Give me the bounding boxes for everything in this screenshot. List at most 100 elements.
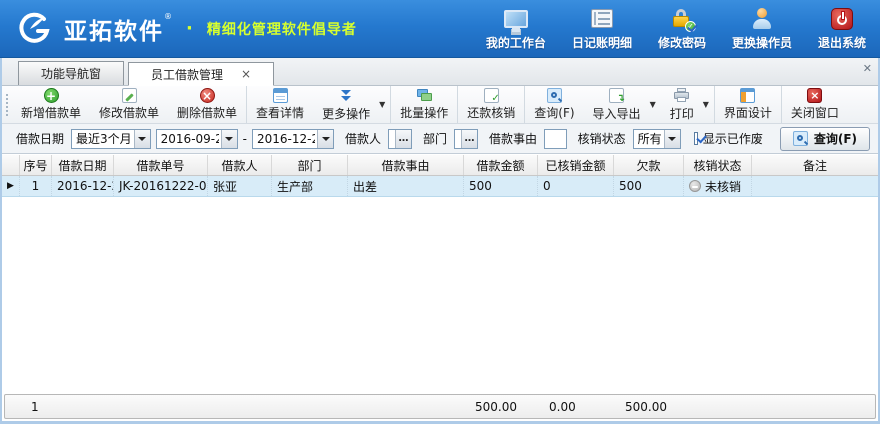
query-toolbar-button[interactable]: 查询(F) bbox=[524, 86, 583, 123]
col-status[interactable]: 核销状态 bbox=[684, 155, 752, 175]
verify-icon: ✓ bbox=[484, 88, 499, 103]
cell-reason: 出差 bbox=[348, 176, 464, 196]
filter-bar: 借款日期 最近3个月 2016-09-22 - 2016-12-22 借款人 …… bbox=[2, 124, 878, 154]
col-reason[interactable]: 借款事由 bbox=[348, 155, 464, 175]
add-icon: + bbox=[44, 88, 59, 103]
chevron-down-icon[interactable] bbox=[664, 130, 680, 148]
import-export-button[interactable]: ↴ 导入导出 bbox=[584, 86, 650, 124]
more-actions-button[interactable]: 更多操作 bbox=[313, 86, 379, 124]
close-window-button[interactable]: × 关闭窗口 bbox=[781, 86, 848, 123]
department-label: 部门 bbox=[423, 130, 447, 147]
cell-loan-date: 2016-12-22 bbox=[52, 176, 114, 196]
edit-icon bbox=[122, 88, 137, 103]
cell-owed: 500 bbox=[614, 176, 684, 196]
col-verified[interactable]: 已核销金额 bbox=[538, 155, 614, 175]
loan-date-label: 借款日期 bbox=[16, 130, 64, 147]
workspace-button[interactable]: 我的工作台 bbox=[486, 7, 546, 51]
change-password-button[interactable]: ✓ 修改密码 bbox=[658, 7, 706, 51]
date-from-select[interactable]: 2016-09-22 bbox=[156, 129, 238, 149]
table-row[interactable]: ▶ 1 2016-12-22 JK-20161222-0001 张亚 生产部 出… bbox=[2, 176, 878, 197]
department-input[interactable]: … bbox=[454, 129, 478, 149]
col-owed[interactable]: 欠款 bbox=[614, 155, 684, 175]
power-icon bbox=[829, 7, 855, 31]
app-title: 亚拓软件 bbox=[64, 19, 164, 45]
table-header-row: 序号 借款日期 借款单号 借款人 部门 借款事由 借款金额 已核销金额 欠款 核… bbox=[2, 155, 878, 176]
chevron-down-icon[interactable] bbox=[134, 130, 150, 148]
borrower-input[interactable]: … bbox=[388, 129, 412, 149]
col-department[interactable]: 部门 bbox=[272, 155, 348, 175]
query-button[interactable]: 查询(F) bbox=[780, 127, 870, 151]
monitor-icon bbox=[503, 7, 529, 31]
more-actions-dropdown-icon[interactable]: ▼ bbox=[379, 100, 390, 109]
loan-reason-label: 借款事由 bbox=[489, 130, 537, 147]
col-remark[interactable]: 备注 bbox=[752, 155, 878, 175]
summary-amount-total: 500.00 bbox=[467, 400, 541, 414]
toolbar-grip-handle[interactable] bbox=[5, 93, 9, 116]
col-amount[interactable]: 借款金额 bbox=[464, 155, 538, 175]
summary-verified-total: 0.00 bbox=[541, 400, 617, 414]
cell-borrower: 张亚 bbox=[208, 176, 272, 196]
journal-detail-button[interactable]: 日记账明细 bbox=[572, 7, 632, 51]
delete-loan-button[interactable]: × 删除借款单 bbox=[168, 86, 246, 123]
chevron-down-icon[interactable] bbox=[317, 130, 333, 148]
add-loan-button[interactable]: + 新增借款单 bbox=[12, 86, 90, 123]
repay-verify-button[interactable]: ✓ 还款核销 bbox=[457, 86, 524, 123]
verify-status-label: 核销状态 bbox=[578, 130, 626, 147]
col-loan-date[interactable]: 借款日期 bbox=[52, 155, 114, 175]
batch-icon bbox=[417, 88, 432, 103]
cell-amount: 500 bbox=[464, 176, 538, 196]
col-doc-no[interactable]: 借款单号 bbox=[114, 155, 208, 175]
tab-close-icon[interactable]: × bbox=[241, 68, 251, 80]
date-range-select[interactable]: 最近3个月 bbox=[71, 129, 151, 149]
show-voided-label: 显示已作废 bbox=[703, 130, 763, 147]
loan-reason-input[interactable] bbox=[544, 129, 567, 149]
import-export-group: ↴ 导入导出 ▼ bbox=[584, 86, 661, 123]
verify-status-select[interactable]: 所有 bbox=[633, 129, 681, 149]
cell-seq: 1 bbox=[20, 176, 52, 196]
exit-system-button[interactable]: 退出系统 bbox=[818, 7, 866, 51]
header-actions: 我的工作台 日记账明细 ✓ 修改密码 更换操作员 退出系统 bbox=[486, 7, 866, 51]
ellipsis-picker-icon[interactable]: … bbox=[461, 130, 477, 148]
date-separator: - bbox=[243, 132, 247, 146]
print-group: 打印 ▼ bbox=[661, 86, 714, 123]
lock-check-icon: ✓ bbox=[669, 7, 695, 31]
borrower-label: 借款人 bbox=[345, 130, 381, 147]
chevron-down-icon[interactable] bbox=[221, 130, 237, 148]
import-export-dropdown-icon[interactable]: ▼ bbox=[650, 100, 661, 109]
cell-department: 生产部 bbox=[272, 176, 348, 196]
cell-doc-no: JK-20161222-0001 bbox=[114, 176, 208, 196]
import-export-icon: ↴ bbox=[609, 88, 624, 104]
col-seq[interactable]: 序号 bbox=[20, 155, 52, 175]
col-borrower[interactable]: 借款人 bbox=[208, 155, 272, 175]
app-header: 亚拓软件® · 精细化管理软件倡导者 我的工作台 日记账明细 ✓ 修改密码 更换… bbox=[0, 0, 880, 58]
logo-icon bbox=[14, 9, 54, 49]
loan-table: 序号 借款日期 借款单号 借款人 部门 借款事由 借款金额 已核销金额 欠款 核… bbox=[2, 155, 878, 391]
window-body: 功能导航窗 员工借款管理 × ✕ + 新增借款单 修改借款单 × 删除借款单 bbox=[0, 58, 880, 424]
tab-strip-close-icon[interactable]: ✕ bbox=[863, 62, 872, 75]
toolbar: + 新增借款单 修改借款单 × 删除借款单 查看详情 更多操作 ▼ bbox=[2, 86, 878, 124]
summary-bar: 1 500.00 0.00 500.00 bbox=[4, 394, 876, 419]
switch-operator-button[interactable]: 更换操作员 bbox=[732, 7, 792, 51]
batch-operations-button[interactable]: 批量操作 bbox=[390, 86, 457, 123]
search-icon bbox=[547, 88, 562, 103]
registered-mark: ® bbox=[164, 12, 172, 21]
view-details-button[interactable]: 查看详情 bbox=[246, 86, 313, 123]
edit-loan-button[interactable]: 修改借款单 bbox=[90, 86, 168, 123]
more-actions-group: 更多操作 ▼ bbox=[313, 86, 390, 123]
details-icon bbox=[273, 88, 288, 103]
row-marker-icon: ▶ bbox=[7, 181, 14, 191]
tab-employee-loan[interactable]: 员工借款管理 × bbox=[128, 62, 274, 86]
operator-icon bbox=[749, 7, 775, 31]
ui-design-button[interactable]: 界面设计 bbox=[714, 86, 781, 123]
row-indicator: ▶ bbox=[2, 176, 20, 196]
delete-icon: × bbox=[200, 88, 215, 103]
date-to-select[interactable]: 2016-12-22 bbox=[252, 129, 334, 149]
show-voided-checkbox[interactable] bbox=[694, 132, 698, 145]
status-unverified-icon bbox=[689, 180, 701, 192]
title-dot: · bbox=[186, 18, 193, 39]
ellipsis-picker-icon[interactable]: … bbox=[395, 130, 411, 148]
summary-count: 1 bbox=[23, 400, 55, 414]
tab-function-nav[interactable]: 功能导航窗 bbox=[18, 61, 124, 85]
print-button[interactable]: 打印 bbox=[661, 86, 703, 124]
print-dropdown-icon[interactable]: ▼ bbox=[703, 100, 714, 109]
